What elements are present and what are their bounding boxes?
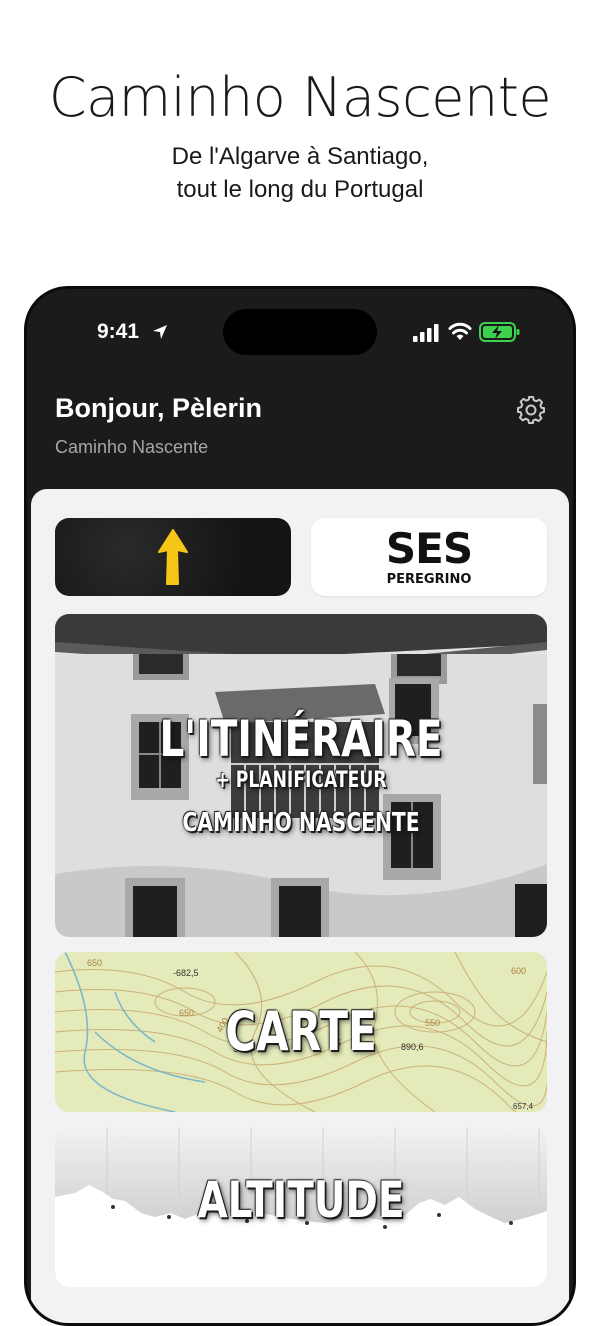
itinerary-subtitle-route: CAMINHO NASCENTE — [182, 808, 420, 838]
settings-gear-icon[interactable] — [516, 395, 546, 425]
wifi-icon — [448, 322, 472, 340]
altitude-title: ALTITUDE — [197, 1171, 405, 1229]
promo-subtitle-line2: tout le long du Portugal — [176, 176, 424, 203]
dynamic-island — [223, 309, 377, 355]
itinerary-subtitle-planner: + PLANIFICATEUR — [215, 768, 387, 793]
promo-subtitle: De l'Algarve à Santiago, tout le long du… — [0, 140, 600, 206]
status-time: 9:41 — [97, 320, 140, 343]
map-title: CARTE — [225, 1000, 377, 1063]
map-contour-label: 600 — [511, 966, 527, 976]
itinerary-tile[interactable]: L'ITINÉRAIRE + PLANIFICATEUR CAMINHO NAS… — [55, 614, 547, 937]
cellular-signal-icon — [413, 324, 439, 342]
yellow-arrow-tile[interactable] — [55, 518, 291, 596]
ses-logo-text: SES — [385, 524, 473, 573]
status-bar: 9:41 — [27, 289, 573, 379]
yellow-arrow-icon — [158, 529, 188, 585]
greeting-subtitle: Caminho Nascente — [55, 437, 209, 457]
map-contour-label: 650 — [87, 958, 103, 968]
ses-peregrino-tile[interactable]: SES PEREGRINO — [311, 518, 547, 596]
itinerary-title: L'ITINÉRAIRE — [159, 710, 443, 768]
greeting-title: Bonjour, Pèlerin — [55, 393, 263, 423]
ses-logo-subtext: PEREGRINO — [386, 572, 472, 587]
map-elevation-label: -682,5 — [173, 968, 199, 978]
map-tile[interactable]: -682,5 650 650 400 550 550 600 35 890,6 … — [55, 952, 547, 1112]
altitude-tile[interactable]: ALTITUDE — [55, 1127, 547, 1287]
home-content: SES PEREGRINO L'ITINÉRAIRE + PLANIFICATE… — [31, 489, 569, 1323]
battery-charging-icon — [479, 322, 520, 342]
location-arrow-icon — [153, 325, 167, 339]
phone-frame: 9:41 Bonjour, Pèlerin Caminho Nascente S… — [24, 286, 576, 1326]
promo-subtitle-line1: De l'Algarve à Santiago, — [171, 143, 429, 170]
map-elevation-label: 657,4 — [513, 1102, 534, 1111]
promo-title: Caminho Nascente — [48, 66, 552, 129]
